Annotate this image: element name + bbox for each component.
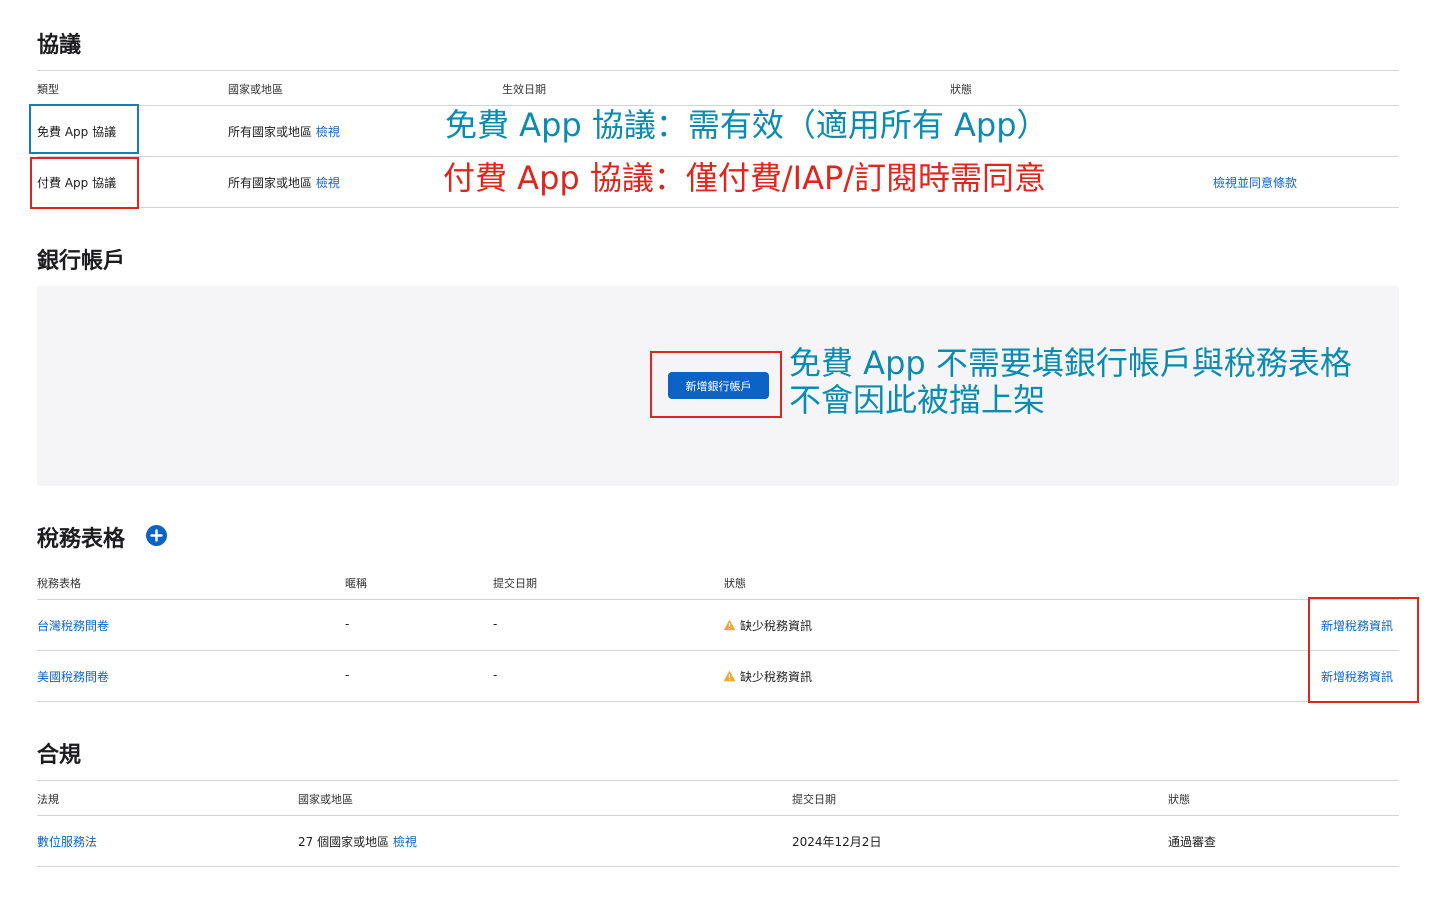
status-text: 缺少稅務資訊	[740, 670, 813, 684]
compliance-status: 通過審查	[1168, 835, 1217, 849]
annotation-free-agreement: 免費 App 協議：需有效（適用所有 App）	[445, 106, 1049, 144]
col-header-submit-date: 提交日期	[792, 793, 836, 806]
tax-date: -	[493, 617, 498, 631]
col-header-tax-form: 稅務表格	[37, 577, 81, 590]
col-header-status: 狀態	[724, 577, 746, 590]
annotation-bank-line1: 免費 App 不需要填銀行帳戶與稅務表格	[789, 344, 1352, 382]
col-header-region: 國家或地區	[228, 83, 283, 96]
col-header-region: 國家或地區	[298, 793, 353, 806]
warning-icon	[723, 670, 736, 682]
divider	[37, 866, 1399, 867]
annotation-box-red	[650, 351, 782, 418]
bank-title: 銀行帳戶	[37, 249, 126, 274]
plus-circle-icon[interactable]	[146, 525, 167, 546]
agreement-region: 所有國家或地區 檢視	[228, 123, 340, 140]
agreement-region: 所有國家或地區 檢視	[228, 174, 340, 191]
status-text: 缺少稅務資訊	[740, 619, 813, 633]
tax-form-taiwan-link[interactable]: 台灣稅務問卷	[37, 617, 109, 634]
divider	[37, 599, 1399, 600]
col-header-regulation: 法規	[37, 793, 59, 806]
view-regions-link[interactable]: 檢視	[316, 125, 340, 139]
divider	[37, 70, 1399, 71]
annotation-bank-line2: 不會因此被擋上架	[789, 381, 1046, 419]
agreements-title: 協議	[37, 33, 82, 58]
tax-nickname: -	[345, 668, 350, 682]
col-header-nickname: 暱稱	[345, 577, 367, 590]
annotation-box-blue	[29, 104, 139, 154]
view-and-agree-terms-link[interactable]: 檢視並同意條款	[1213, 174, 1297, 191]
divider	[37, 780, 1399, 781]
divider	[37, 650, 1399, 651]
divider	[37, 207, 1399, 208]
annotation-box-red	[1308, 597, 1419, 703]
tax-date: -	[493, 668, 498, 682]
compliance-title: 合規	[37, 743, 82, 768]
tax-status: 缺少稅務資訊	[723, 668, 812, 685]
compliance-date: 2024年12月2日	[792, 835, 882, 849]
col-header-effective-date: 生效日期	[502, 83, 546, 96]
compliance-region: 27 個國家或地區 檢視	[298, 833, 417, 850]
tax-form-us-link[interactable]: 美國稅務問卷	[37, 668, 109, 685]
dsa-regulation-link[interactable]: 數位服務法	[37, 833, 97, 850]
col-header-submit-date: 提交日期	[493, 577, 537, 590]
warning-icon	[723, 619, 736, 631]
tax-nickname: -	[345, 617, 350, 631]
view-regions-link[interactable]: 檢視	[316, 176, 340, 190]
tax-status: 缺少稅務資訊	[723, 617, 812, 634]
region-text: 27 個國家或地區	[298, 835, 390, 849]
divider	[37, 156, 1399, 157]
col-header-type: 類型	[37, 83, 59, 96]
region-text: 所有國家或地區	[228, 176, 313, 190]
divider	[37, 701, 1399, 702]
annotation-paid-agreement: 付費 App 協議：僅付費/IAP/訂閱時需同意	[443, 159, 1047, 197]
view-regions-link[interactable]: 檢視	[393, 835, 417, 849]
divider	[37, 815, 1399, 816]
annotation-box-red	[30, 157, 139, 209]
region-text: 所有國家或地區	[228, 125, 313, 139]
tax-title: 稅務表格	[37, 527, 126, 552]
col-header-status: 狀態	[1168, 793, 1190, 806]
col-header-status: 狀態	[950, 83, 972, 96]
